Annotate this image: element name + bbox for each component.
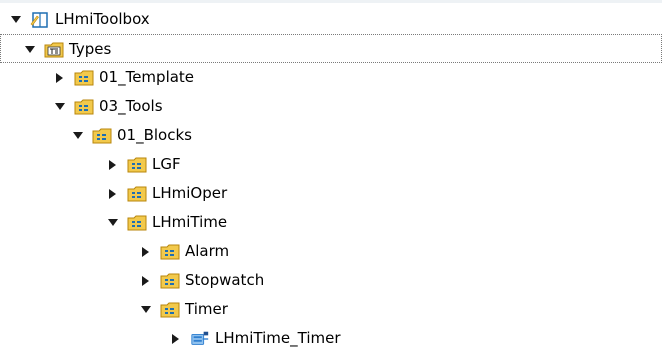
- tree-row-lhmitime[interactable]: LHmiTime: [0, 208, 662, 237]
- tree-label-lhmitoolbox: LHmiToolbox: [55, 10, 150, 28]
- collapse-toggle-icon[interactable]: [105, 186, 121, 202]
- collapse-toggle-icon[interactable]: [168, 331, 184, 347]
- tree-row-01-template[interactable]: 01_Template: [0, 63, 662, 92]
- collapse-toggle-icon[interactable]: [138, 244, 154, 260]
- expand-toggle-icon[interactable]: [52, 99, 68, 115]
- group-folder-icon: [127, 184, 147, 204]
- tree-row-timer[interactable]: Timer: [0, 295, 662, 324]
- types-folder-icon: [44, 40, 64, 60]
- group-folder-icon: [160, 300, 180, 320]
- project-tree: LHmiToolbox Types 01_Template 03_Tools 0…: [0, 5, 662, 353]
- expand-toggle-icon[interactable]: [70, 128, 86, 144]
- group-folder-icon: [127, 213, 147, 233]
- tree-label-01-blocks: 01_Blocks: [117, 126, 192, 144]
- group-folder-icon: [127, 155, 147, 175]
- group-folder-icon: [160, 271, 180, 291]
- tree-label-alarm: Alarm: [185, 242, 230, 260]
- group-folder-icon: [92, 126, 112, 146]
- tree-label-timer: Timer: [185, 300, 228, 318]
- tree-label-types: Types: [69, 40, 112, 58]
- tree-row-alarm[interactable]: Alarm: [0, 237, 662, 266]
- tree-label-stopwatch: Stopwatch: [185, 271, 265, 289]
- tree-row-lhmitoolbox[interactable]: LHmiToolbox: [0, 5, 662, 34]
- library-book-icon: [30, 10, 50, 30]
- collapse-toggle-icon[interactable]: [105, 157, 121, 173]
- expand-toggle-icon[interactable]: [22, 42, 38, 58]
- group-folder-icon: [74, 97, 94, 117]
- tree-row-lgf[interactable]: LGF: [0, 150, 662, 179]
- tree-row-stopwatch[interactable]: Stopwatch: [0, 266, 662, 295]
- toolbar-divider: [0, 0, 662, 3]
- tree-label-lhmitime: LHmiTime: [152, 213, 228, 231]
- tree-row-03-tools[interactable]: 03_Tools: [0, 92, 662, 121]
- group-folder-icon: [74, 68, 94, 88]
- expand-toggle-icon[interactable]: [138, 302, 154, 318]
- tree-row-lhmioper[interactable]: LHmiOper: [0, 179, 662, 208]
- tree-row-types[interactable]: Types: [0, 34, 662, 63]
- expand-toggle-icon[interactable]: [105, 215, 121, 231]
- group-folder-icon: [160, 242, 180, 262]
- faceplate-type-icon: [190, 329, 210, 349]
- tree-label-lhmioper: LHmiOper: [152, 184, 228, 202]
- collapse-toggle-icon[interactable]: [52, 70, 68, 86]
- tree-label-01-template: 01_Template: [99, 68, 195, 86]
- tree-row-01-blocks[interactable]: 01_Blocks: [0, 121, 662, 150]
- collapse-toggle-icon[interactable]: [138, 273, 154, 289]
- expand-toggle-icon[interactable]: [8, 12, 24, 28]
- tree-label-lgf: LGF: [152, 155, 181, 173]
- tree-label-03-tools: 03_Tools: [99, 97, 163, 115]
